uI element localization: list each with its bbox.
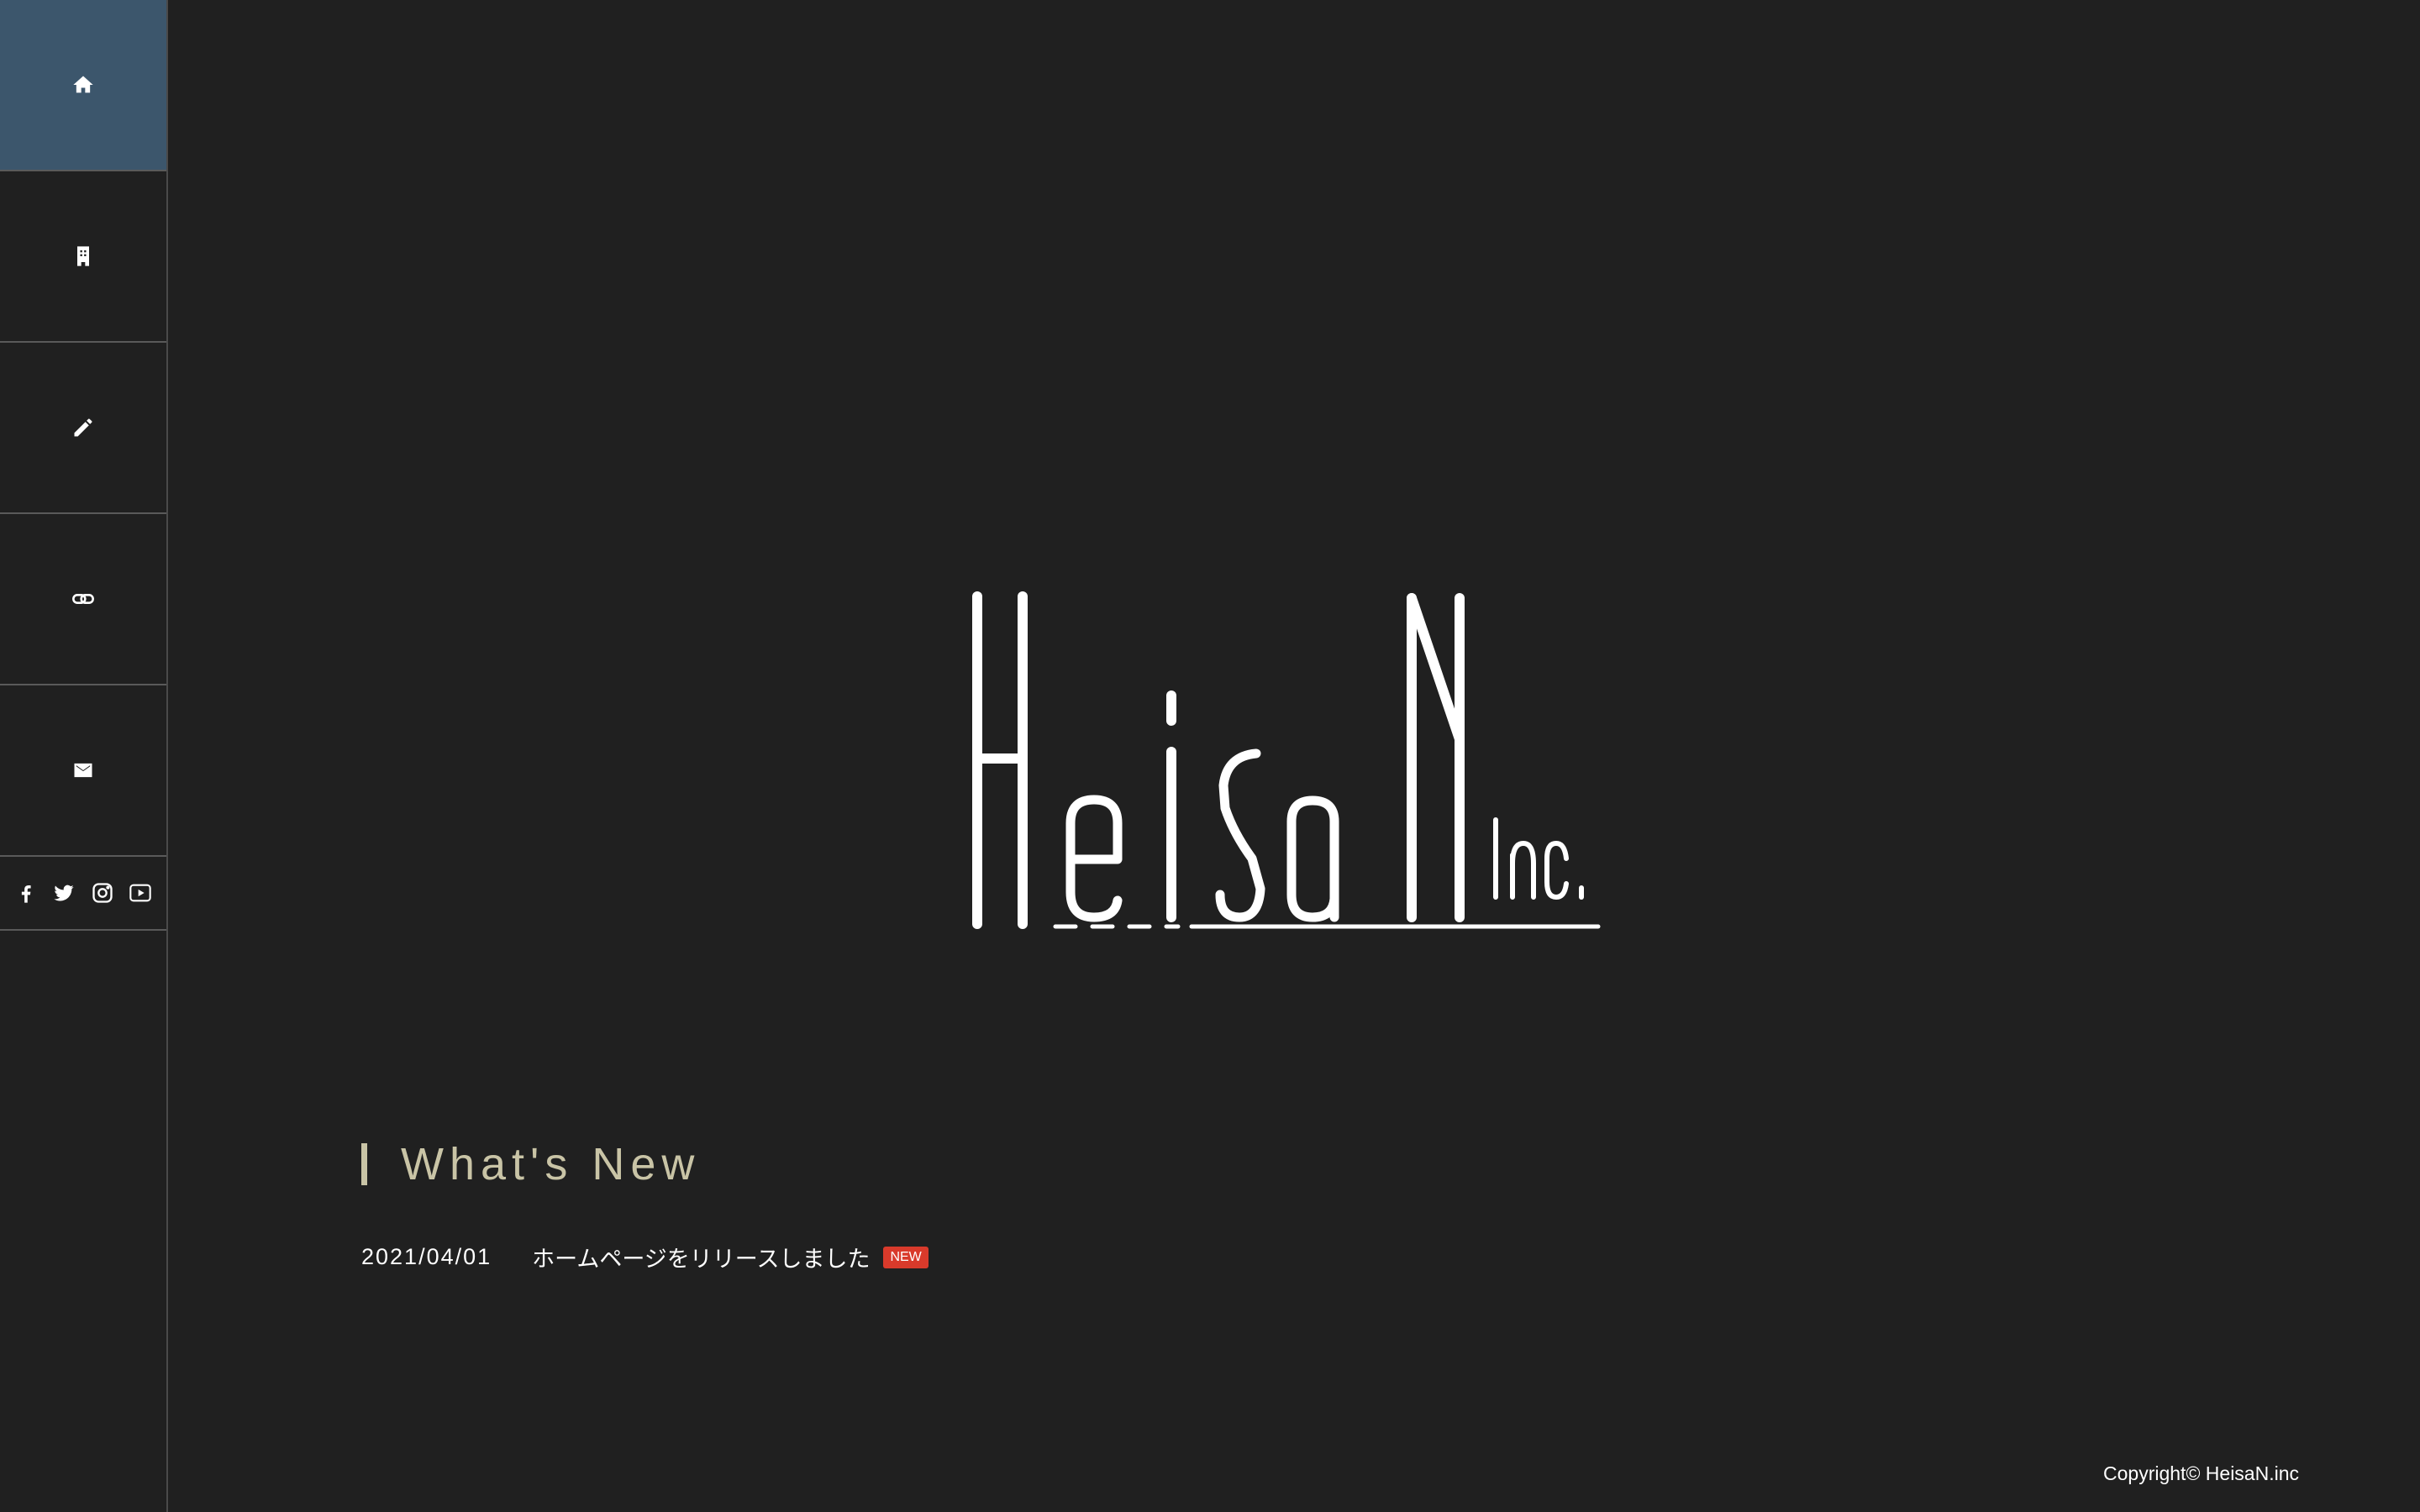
instagram-icon (92, 883, 113, 903)
facebook-link[interactable] (14, 881, 38, 905)
heading-accent-bar (361, 1143, 367, 1185)
twitter-link[interactable] (52, 881, 76, 905)
link-icon (72, 594, 94, 604)
sidebar (0, 0, 168, 1512)
mail-icon (74, 763, 92, 778)
nav-links[interactable] (0, 514, 166, 685)
news-item[interactable]: 2021/04/01 ホームページをリリースしました NEW (361, 1241, 929, 1273)
company-logo (972, 591, 1601, 929)
news-text[interactable]: ホームページをリリースしました (532, 1241, 870, 1273)
new-badge: NEW (883, 1246, 929, 1268)
youtube-icon (129, 884, 151, 902)
nav-contact[interactable] (0, 685, 166, 857)
twitter-icon (54, 885, 74, 901)
page: What's New 2021/04/01 ホームページをリリースしました NE… (0, 0, 2420, 1512)
social-links (0, 857, 166, 931)
copyright: Copyright© HeisaN.inc (2103, 1462, 2299, 1484)
nav-company[interactable] (0, 171, 166, 343)
pencil-icon (74, 418, 92, 437)
nav-home[interactable] (0, 0, 166, 171)
nav-blog[interactable] (0, 343, 166, 514)
building-icon (77, 246, 89, 266)
news-section: What's New 2021/04/01 ホームページをリリースしました NE… (361, 1138, 929, 1273)
home-icon (73, 76, 93, 93)
instagram-link[interactable] (91, 881, 114, 905)
youtube-link[interactable] (129, 881, 152, 905)
news-heading: What's New (361, 1138, 929, 1190)
news-date: 2021/04/01 (361, 1244, 492, 1269)
facebook-icon (21, 885, 31, 903)
news-title: What's New (401, 1139, 701, 1189)
